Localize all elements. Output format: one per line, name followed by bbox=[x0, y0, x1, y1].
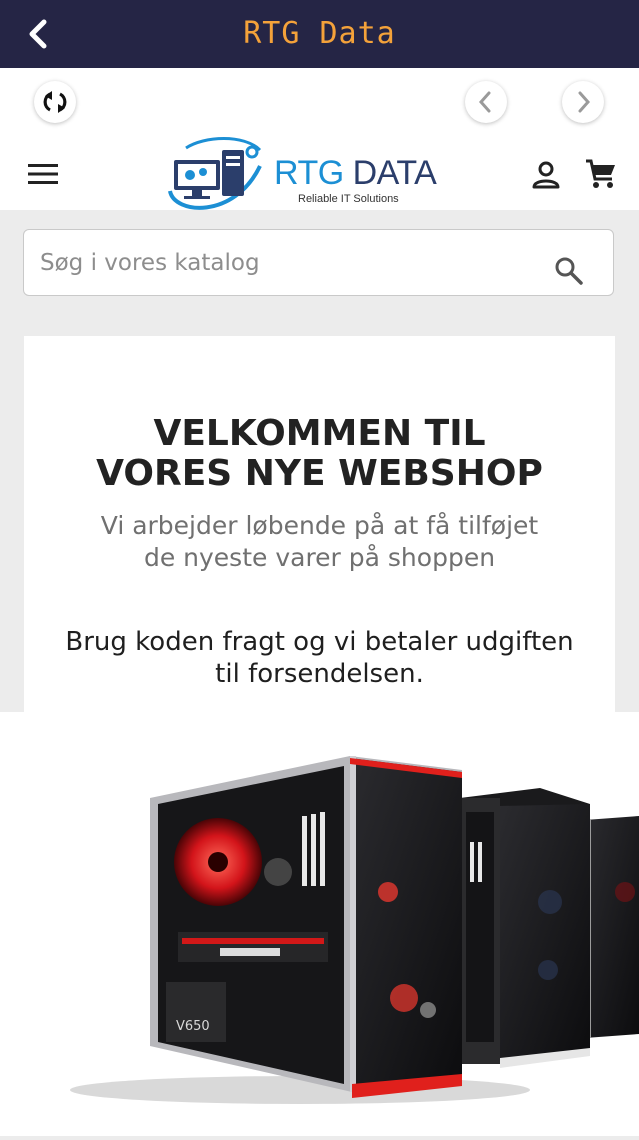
computer-gears-logo-icon bbox=[168, 137, 262, 210]
chevron-right-icon bbox=[578, 91, 591, 113]
search-input[interactable] bbox=[38, 240, 542, 286]
psu-label: V650 bbox=[176, 1019, 210, 1034]
nav-forward-button[interactable] bbox=[562, 81, 604, 123]
refresh-button[interactable] bbox=[34, 81, 76, 123]
user-account-icon[interactable] bbox=[530, 159, 562, 195]
welcome-title: VELKOMMEN TIL VORES NYE WEBSHOP bbox=[24, 414, 615, 494]
site-logo[interactable]: RTG DATA Reliable IT Solutions bbox=[164, 136, 437, 216]
nav-back-button[interactable] bbox=[465, 81, 507, 123]
menu-icon[interactable] bbox=[28, 162, 58, 190]
pc-case-far-right bbox=[585, 816, 639, 1038]
search-box bbox=[23, 229, 614, 296]
app-bar: RTG Data bbox=[0, 0, 639, 68]
pc-case-right bbox=[460, 788, 590, 1068]
welcome-title-line2: VORES NYE WEBSHOP bbox=[96, 453, 543, 494]
chevron-left-icon bbox=[478, 91, 491, 113]
logo-tagline: Reliable IT Solutions bbox=[298, 193, 399, 205]
hero-banner-image[interactable]: V650 bbox=[0, 712, 639, 1136]
search-icon[interactable] bbox=[554, 256, 584, 290]
refresh-icon bbox=[43, 91, 67, 113]
pc-case-main: V650 bbox=[150, 756, 462, 1098]
logo-rtg-text: RTG bbox=[274, 154, 344, 192]
browser-controls bbox=[0, 68, 639, 140]
welcome-subtitle: Vi arbejder løbende på at få tilføjet de… bbox=[100, 511, 539, 572]
welcome-title-line1: VELKOMMEN TIL bbox=[153, 413, 486, 454]
logo-wordmark: RTG DATA bbox=[274, 154, 437, 193]
shipping-promo-text: Brug koden fragt og vi betaler udgiften … bbox=[65, 627, 574, 689]
logo-data-text: DATA bbox=[352, 154, 437, 192]
app-title: RTG Data bbox=[243, 16, 396, 51]
shopping-cart-icon[interactable] bbox=[584, 157, 618, 195]
